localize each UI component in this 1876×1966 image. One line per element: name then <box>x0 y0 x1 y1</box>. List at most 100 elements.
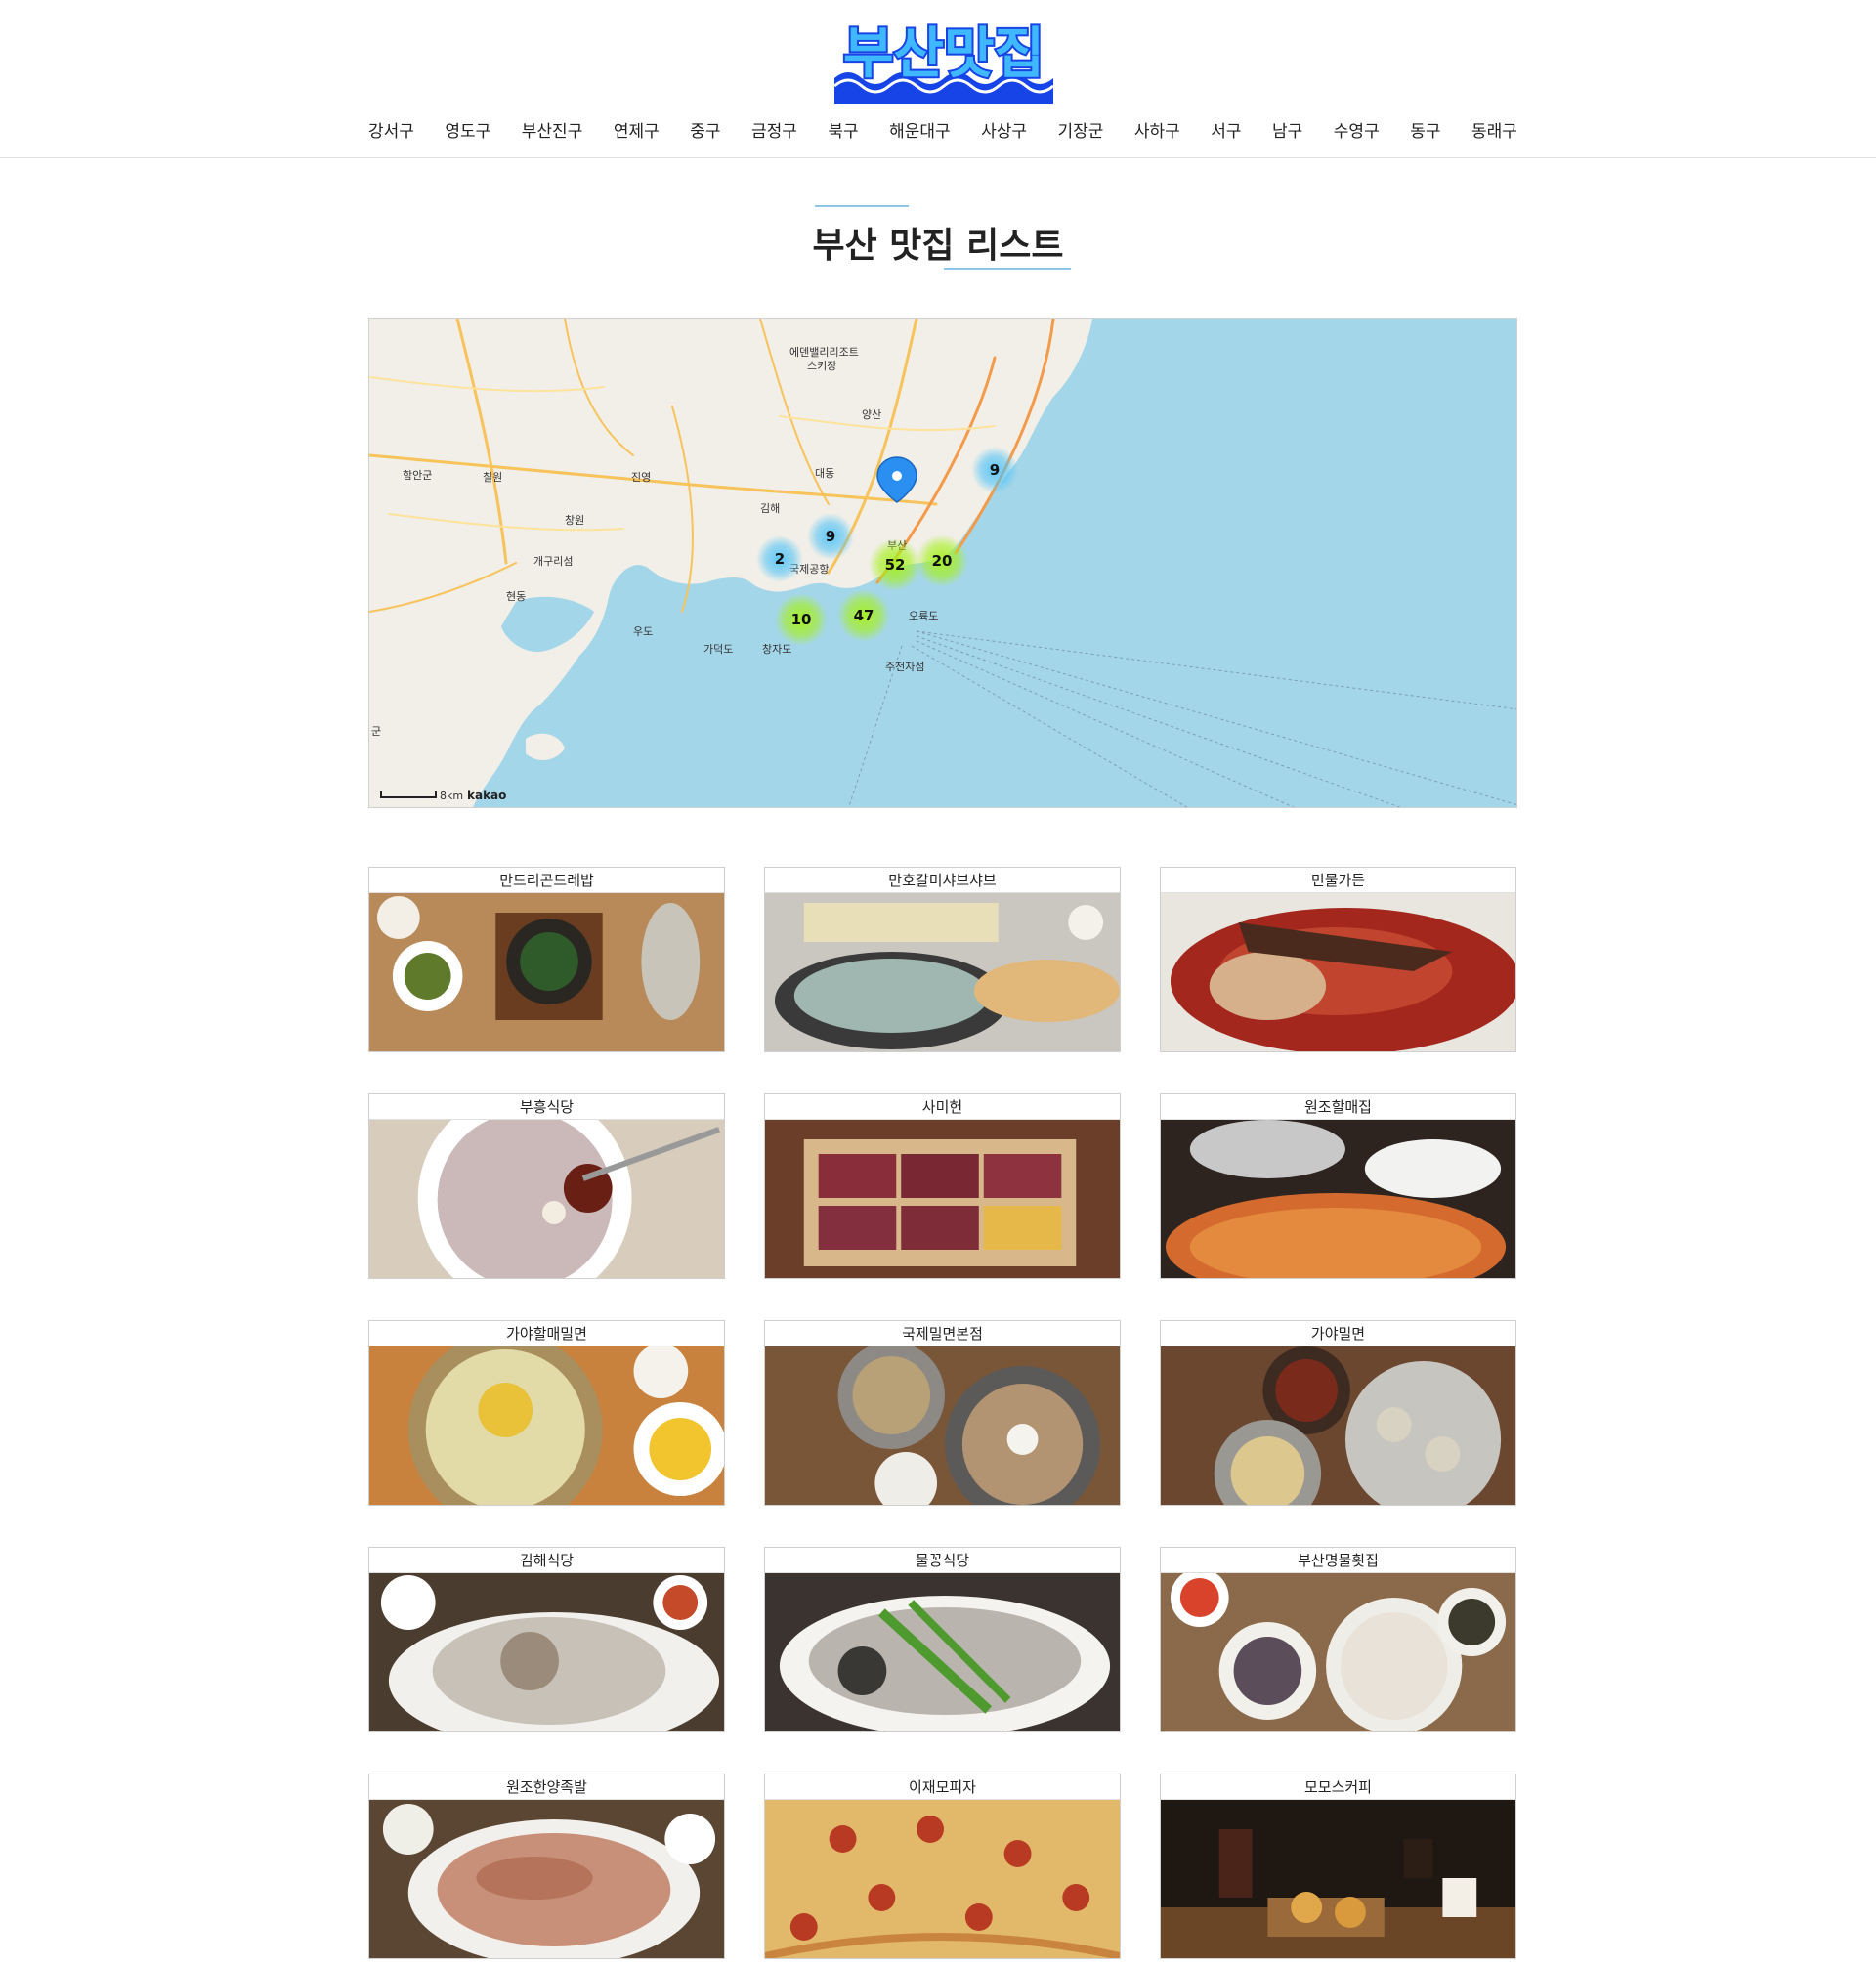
restaurant-name: 원조할매집 <box>1161 1094 1515 1120</box>
restaurant-card[interactable]: 만드리곤드레밥 <box>368 867 725 1052</box>
restaurant-photo <box>1161 893 1515 1051</box>
restaurant-card[interactable]: 원조할매집 <box>1160 1093 1516 1279</box>
map-brand-logo: kakao <box>467 789 506 802</box>
restaurant-photo <box>369 1800 724 1958</box>
cluster-marker[interactable]: 2 <box>756 535 803 582</box>
cluster-count: 9 <box>990 461 1000 479</box>
restaurant-photo <box>765 1120 1120 1278</box>
restaurant-photo <box>369 1120 724 1278</box>
nav-sasang[interactable]: 사상구 <box>981 117 1027 142</box>
logo-text: 부산맛집 <box>843 22 1045 86</box>
restaurant-card[interactable]: 김해식당 <box>368 1547 725 1732</box>
restaurant-card[interactable]: 부흥식당 <box>368 1093 725 1279</box>
restaurant-card[interactable]: 부산명물횟집 <box>1160 1547 1516 1732</box>
restaurant-photo <box>1161 1800 1515 1958</box>
cluster-marker[interactable]: 9 <box>807 513 854 560</box>
nav-saha[interactable]: 사하구 <box>1134 117 1180 142</box>
restaurant-name: 김해식당 <box>369 1548 724 1573</box>
nav-junggu[interactable]: 중구 <box>690 117 720 142</box>
restaurant-name: 사미헌 <box>765 1094 1120 1120</box>
nav-busanjin[interactable]: 부산진구 <box>522 117 583 142</box>
restaurant-name: 만드리곤드레밥 <box>369 868 724 893</box>
restaurant-photo <box>765 1346 1120 1505</box>
restaurant-photo <box>765 893 1120 1051</box>
map-label: 군 <box>371 725 381 738</box>
restaurant-card[interactable]: 민물가든 <box>1160 867 1516 1052</box>
map-label: 창자도 <box>762 643 791 656</box>
site-header: 부산맛집 강서구 영도구 부산진구 연제구 중구 금정구 북구 해운대구 사상구… <box>0 0 1876 158</box>
restaurant-name: 국제밀면본점 <box>765 1321 1120 1346</box>
restaurant-card[interactable]: 만호갈미샤브샤브 <box>764 867 1121 1052</box>
restaurant-name: 물꽁식당 <box>765 1548 1120 1573</box>
restaurant-name: 가야밀면 <box>1161 1321 1515 1346</box>
restaurant-name: 모모스커피 <box>1161 1774 1515 1800</box>
nav-donggu[interactable]: 동구 <box>1410 117 1440 142</box>
map-label: 개구리섬 <box>533 555 573 568</box>
nav-haeundae[interactable]: 해운대구 <box>889 117 951 142</box>
cluster-count: 2 <box>775 550 785 568</box>
nav-bukgu[interactable]: 북구 <box>828 117 858 142</box>
page-title: 부산 맛집 리스트 <box>812 226 1064 266</box>
cluster-count: 52 <box>885 556 906 574</box>
restaurant-name: 부산명물횟집 <box>1161 1548 1515 1573</box>
restaurant-card[interactable]: 모모스커피 <box>1160 1774 1516 1959</box>
cluster-count: 47 <box>854 607 874 624</box>
restaurant-card[interactable]: 가야밀면 <box>1160 1320 1516 1506</box>
cluster-marker[interactable]: 10 <box>775 593 828 646</box>
district-nav: 강서구 영도구 부산진구 연제구 중구 금정구 북구 해운대구 사상구 기장군 … <box>368 115 1517 143</box>
cluster-marker[interactable]: 9 <box>971 447 1018 493</box>
restaurant-map[interactable]: 에덴밸리리조트 스키장 양산 함안군 칠원 창원 진영 김해 대동 개구리섬 부… <box>368 318 1517 808</box>
restaurant-name: 부흥식당 <box>369 1094 724 1120</box>
cluster-count: 10 <box>791 611 812 628</box>
map-label: 함안군 <box>403 469 432 482</box>
cluster-marker[interactable]: 52 <box>869 538 921 591</box>
map-label: 진영 <box>631 471 651 484</box>
restaurant-photo <box>765 1573 1120 1731</box>
cluster-marker[interactable]: 47 <box>837 589 890 642</box>
map-label: 가덕도 <box>704 643 733 656</box>
restaurant-grid: 만드리곤드레밥 만호갈미샤브샤브 민물가든 부흥식당 사미헌 원조할매집 가야할… <box>368 867 1517 1959</box>
restaurant-photo <box>1161 1573 1515 1731</box>
nav-suyeong[interactable]: 수영구 <box>1334 117 1380 142</box>
restaurant-card[interactable]: 원조한양족발 <box>368 1774 725 1959</box>
map-label: 양산 <box>862 408 881 421</box>
nav-gangseo[interactable]: 강서구 <box>368 117 414 142</box>
restaurant-card[interactable]: 가야할매밀면 <box>368 1320 725 1506</box>
restaurant-photo <box>369 1573 724 1731</box>
restaurant-card[interactable]: 사미헌 <box>764 1093 1121 1279</box>
restaurant-name: 이재모피자 <box>765 1774 1120 1800</box>
cluster-marker[interactable]: 20 <box>916 534 968 587</box>
nav-namgu[interactable]: 남구 <box>1272 117 1302 142</box>
nav-yeongdo[interactable]: 영도구 <box>445 117 490 142</box>
nav-seogu[interactable]: 서구 <box>1211 117 1241 142</box>
nav-dongnae[interactable]: 동래구 <box>1471 117 1517 142</box>
nav-gijang[interactable]: 기장군 <box>1058 117 1104 142</box>
section-header: 부산 맛집 리스트 <box>0 205 1876 283</box>
scale-label: 8km <box>440 790 463 802</box>
cluster-count: 9 <box>826 528 835 545</box>
restaurant-card[interactable]: 이재모피자 <box>764 1774 1121 1959</box>
map-label: 스키장 <box>807 360 836 372</box>
map-label: 에덴밸리리조트 <box>789 346 859 359</box>
map-label: 현동 <box>506 590 526 603</box>
map-label: 오륙도 <box>909 610 938 622</box>
map-label: 대동 <box>815 467 834 480</box>
restaurant-name: 원조한양족발 <box>369 1774 724 1800</box>
nav-yeonje[interactable]: 연제구 <box>614 117 660 142</box>
restaurant-photo <box>765 1800 1120 1958</box>
map-label: 우도 <box>633 625 653 638</box>
cluster-count: 20 <box>932 552 953 570</box>
restaurant-card[interactable]: 국제밀면본점 <box>764 1320 1121 1506</box>
title-accent-line <box>815 205 909 207</box>
restaurant-photo <box>369 1346 724 1505</box>
restaurant-photo <box>369 893 724 1051</box>
map-label: 칠원 <box>483 471 502 484</box>
restaurant-card[interactable]: 물꽁식당 <box>764 1547 1121 1732</box>
map-label: 주천자섬 <box>885 660 924 673</box>
map-label: 창원 <box>565 514 584 527</box>
nav-geumjeong[interactable]: 금정구 <box>751 117 797 142</box>
restaurant-name: 민물가든 <box>1161 868 1515 893</box>
restaurant-name: 만호갈미샤브샤브 <box>765 868 1120 893</box>
site-logo[interactable]: 부산맛집 <box>832 10 1055 104</box>
restaurant-photo <box>1161 1120 1515 1278</box>
